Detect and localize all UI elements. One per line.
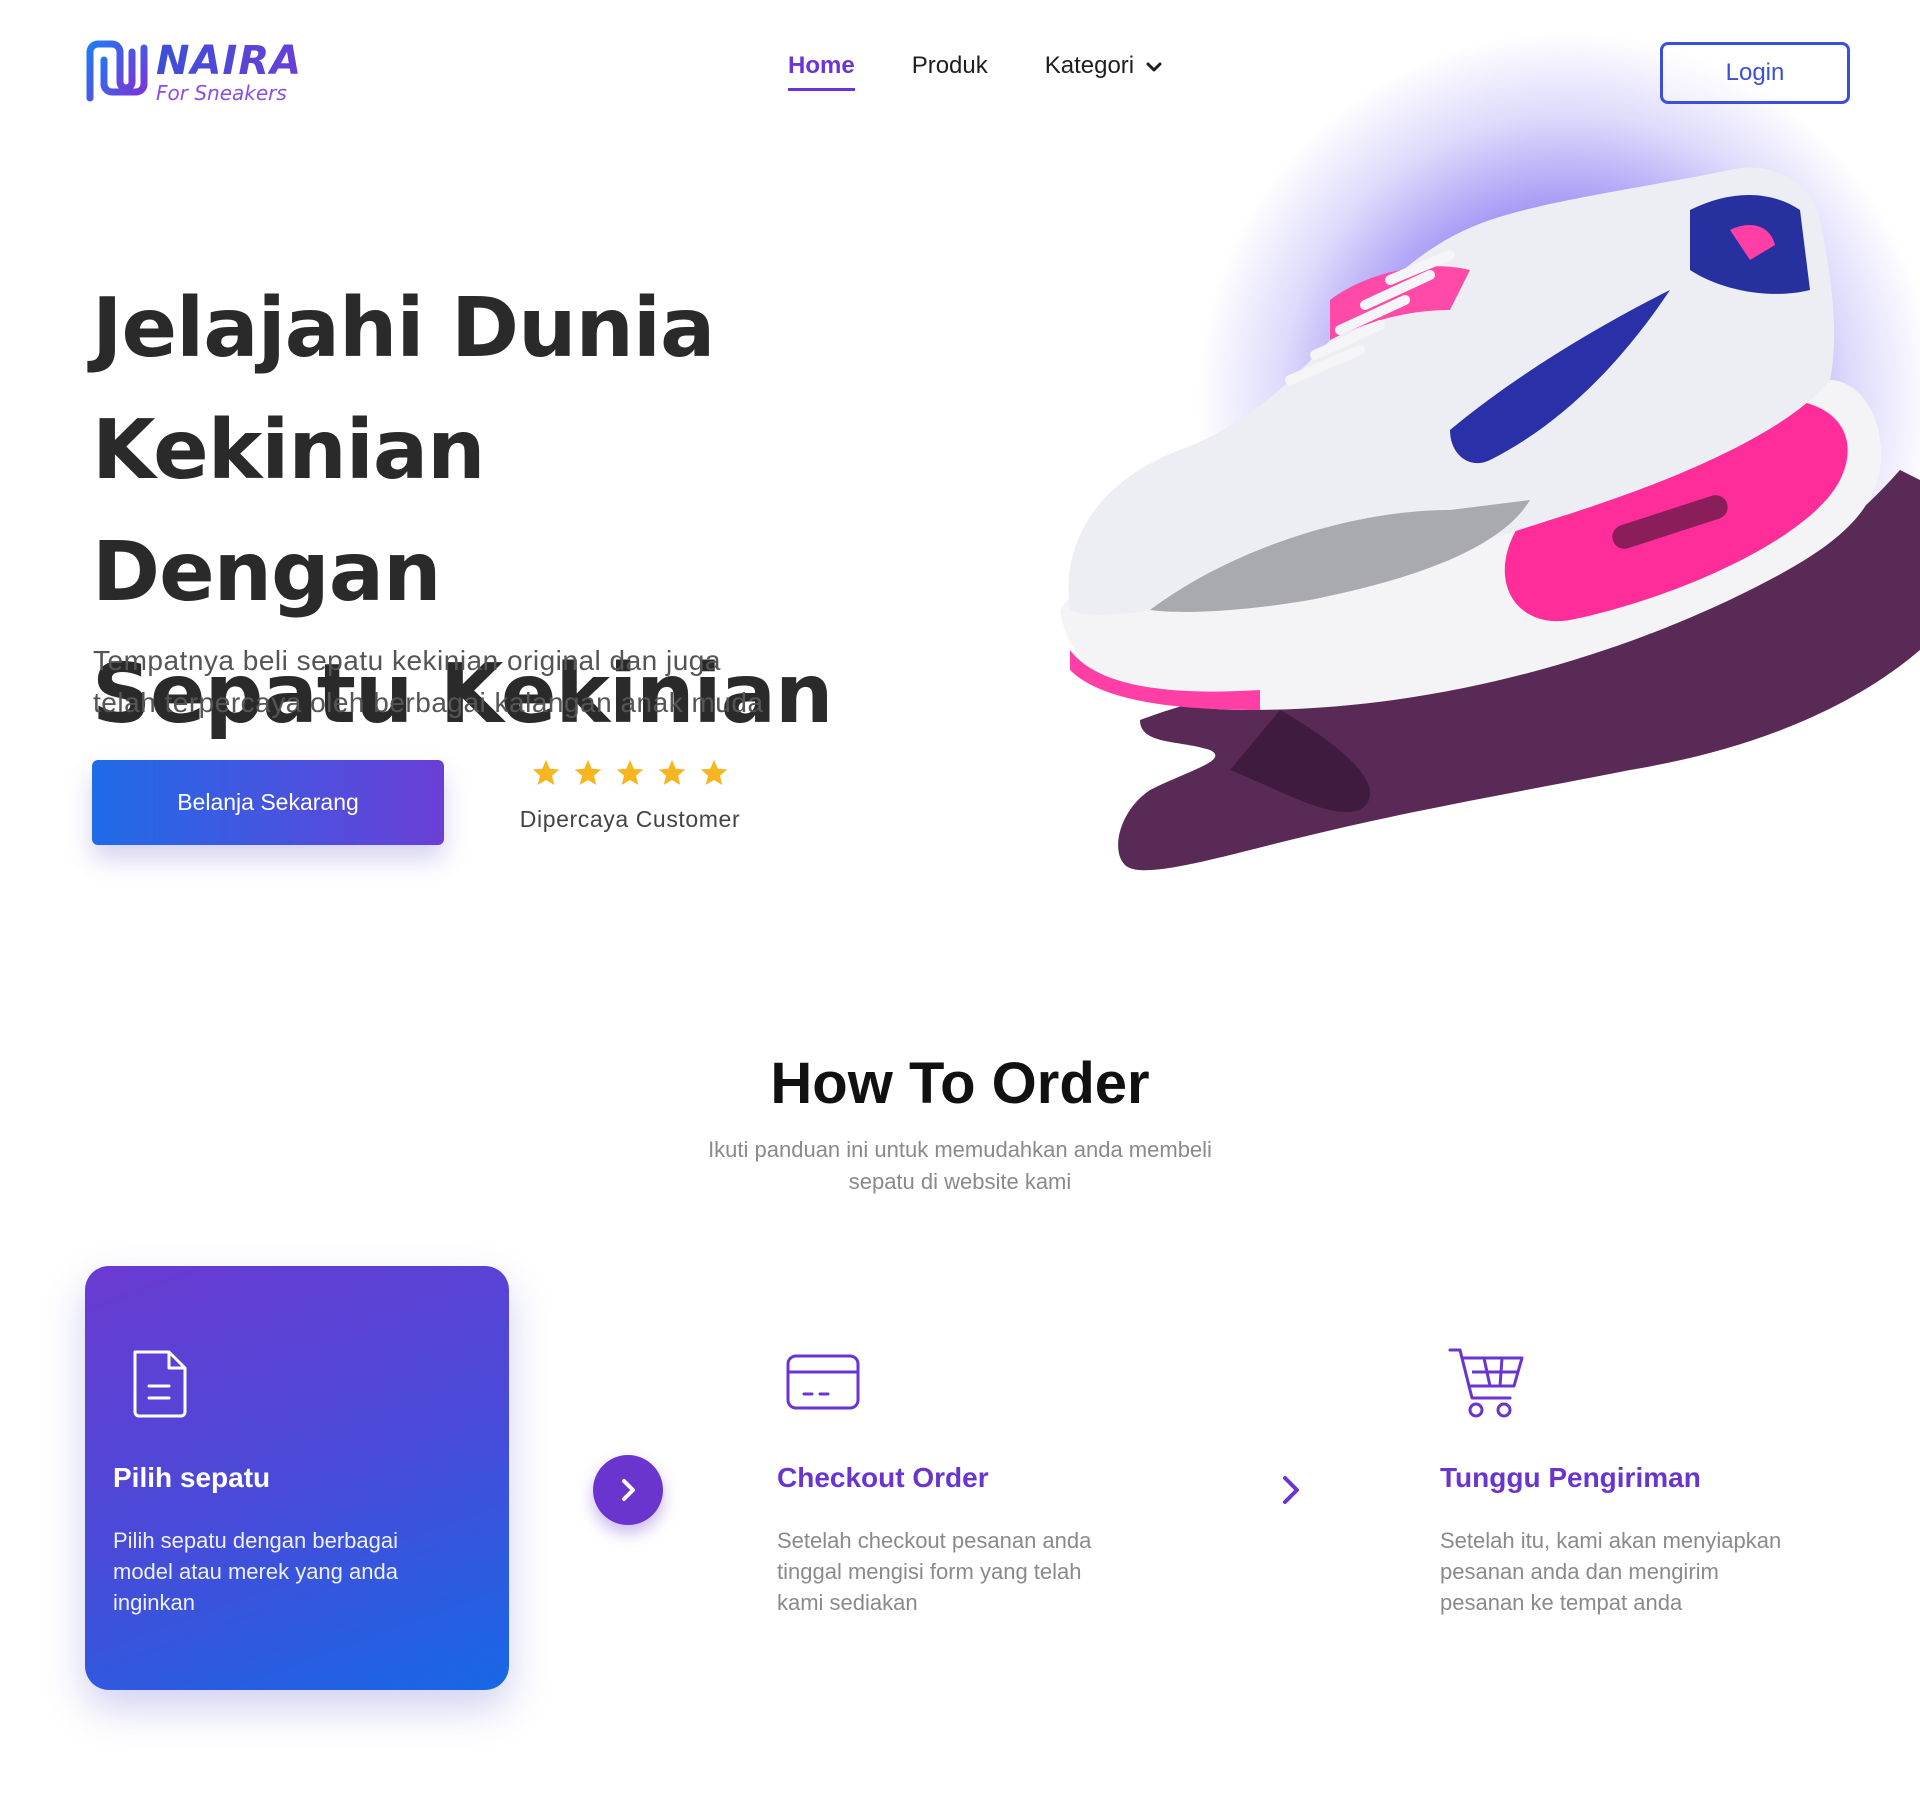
rating-stars bbox=[514, 758, 746, 788]
customer-rating: Dipercaya Customer bbox=[514, 758, 746, 833]
main-nav: Home Produk Kategori bbox=[788, 52, 1220, 91]
nav-item-produk[interactable]: Produk bbox=[912, 52, 988, 80]
star-icon bbox=[616, 759, 644, 785]
step-desc-line: tinggal mengisi form yang telah bbox=[777, 1559, 1082, 1584]
step-description: Setelah itu, kami akan menyiapkan pesana… bbox=[1440, 1525, 1800, 1618]
step-desc-line: kami sediakan bbox=[777, 1590, 918, 1615]
shopping-cart-icon bbox=[1448, 1348, 1524, 1418]
hero-title-line: Kekinian Dengan bbox=[92, 403, 486, 620]
nav-item-kategori-label: Kategori bbox=[1044, 52, 1135, 79]
subtitle-line: Ikuti panduan ini untuk memudahkan anda … bbox=[708, 1137, 1212, 1162]
step-desc-line: pesanan anda dan mengirim bbox=[1440, 1559, 1719, 1584]
step-desc-line: Setelah checkout pesanan anda bbox=[777, 1528, 1092, 1553]
step-description: Setelah checkout pesanan anda tinggal me… bbox=[777, 1525, 1137, 1618]
sneaker-hero-image bbox=[1060, 167, 1920, 871]
star-icon bbox=[700, 759, 728, 785]
step-desc-line: model atau merek yang anda bbox=[113, 1559, 398, 1584]
site-header: NAIRA For Sneakers Home Produk Kategori … bbox=[0, 0, 1920, 150]
brand-name: NAIRA bbox=[156, 38, 303, 84]
document-icon bbox=[133, 1350, 187, 1418]
hero-title-line: Jelajahi Dunia bbox=[92, 281, 715, 376]
chevron-right-icon bbox=[622, 1479, 635, 1501]
star-icon bbox=[574, 759, 602, 785]
chevron-right-icon[interactable] bbox=[1275, 1470, 1309, 1510]
chevron-down-icon bbox=[1146, 62, 1162, 72]
subtitle-line: sepatu di website kami bbox=[848, 1169, 1072, 1194]
step-desc-line: pesanan ke tempat anda bbox=[1440, 1590, 1683, 1615]
step-title: Checkout Order bbox=[777, 1462, 989, 1493]
next-step-button[interactable] bbox=[593, 1455, 663, 1525]
nav-item-home[interactable]: Home bbox=[788, 52, 855, 91]
nav-item-kategori[interactable]: Kategori bbox=[1045, 52, 1163, 80]
credit-card-icon bbox=[786, 1354, 860, 1410]
step-description: Pilih sepatu dengan berbagai model atau … bbox=[113, 1525, 473, 1618]
brand-logo[interactable]: NAIRA For Sneakers bbox=[84, 38, 302, 106]
how-to-order-subtitle: Ikuti panduan ini untuk memudahkan anda … bbox=[660, 1134, 1260, 1198]
step-desc-line: Setelah itu, kami akan menyiapkan bbox=[1440, 1528, 1782, 1553]
step-title: Tunggu Pengiriman bbox=[1440, 1462, 1701, 1493]
login-button[interactable]: Login bbox=[1660, 42, 1850, 104]
brand-tagline: For Sneakers bbox=[156, 81, 287, 105]
step-desc-line: Pilih sepatu dengan berbagai bbox=[113, 1528, 399, 1553]
hero-description: Tempatnya beli sepatu kekinian original … bbox=[93, 640, 853, 724]
rating-label: Dipercaya Customer bbox=[519, 806, 741, 832]
how-to-order-title: How To Order bbox=[770, 1051, 1150, 1116]
star-icon bbox=[532, 759, 560, 785]
step-desc-line: inginkan bbox=[113, 1590, 195, 1615]
shop-now-button[interactable]: Belanja Sekarang bbox=[92, 760, 444, 845]
hero-desc-line: telah terpercaya oleh berbagai kalangan … bbox=[93, 687, 764, 718]
hero-desc-line: Tempatnya beli sepatu kekinian original … bbox=[93, 645, 721, 676]
step-title: Pilih sepatu bbox=[113, 1462, 271, 1493]
star-icon bbox=[658, 759, 686, 785]
logo-mark-icon bbox=[86, 40, 148, 102]
